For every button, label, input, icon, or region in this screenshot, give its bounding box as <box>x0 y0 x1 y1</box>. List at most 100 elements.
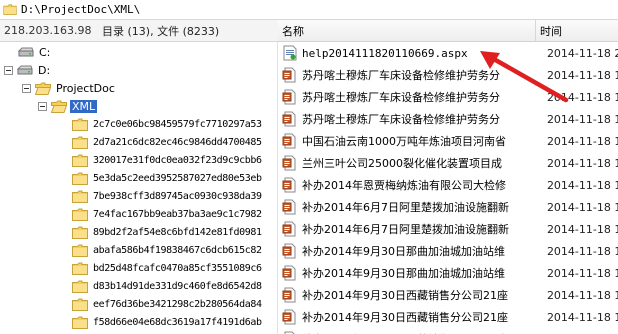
file-row[interactable]: 苏丹喀土穆炼厂车床设备检修维护劳务分 2014-11-18 16 <box>278 86 618 108</box>
folder-icon <box>72 262 88 275</box>
folder-icon <box>72 208 88 221</box>
file-row[interactable]: 苏丹喀土穆炼厂车床设备检修维护劳务分 2014-11-18 16 <box>278 64 618 86</box>
document-file-icon <box>282 199 298 215</box>
tree-node-folder[interactable]: 5e3da5c2eed3952587027ed80e53eb <box>72 169 264 187</box>
file-row[interactable]: 补办2014年9月30日西藏销售分公司21座2014-11-18 16 <box>278 328 618 334</box>
file-time: 2014-11-18 16 <box>546 266 618 280</box>
tree-node-label: d83b14d91de331d9c460fe8d6542d8 <box>93 280 262 292</box>
tree-node-label: 320017e31f0dc0ea032f23d9c9cbb6 <box>93 154 262 166</box>
tree-node-folder[interactable]: abafa586b4f19838467c6dcb615c82 <box>72 241 264 259</box>
file-name: 补办2014年9月30日西藏销售分公司21座 <box>302 311 508 324</box>
file-time: 2014-11-18 16 <box>546 310 618 324</box>
tree-node-folder[interactable]: bd25d48fcafc0470a85cf3551089c6 <box>72 259 264 277</box>
collapse-toggle[interactable] <box>4 65 13 75</box>
tree-node-folder[interactable]: 320017e31f0dc0ea032f23d9c9cbb6 <box>72 151 264 169</box>
file-row[interactable]: 补办2014年9月30日西藏销售分公司21座 2014-11-18 16 <box>278 306 618 328</box>
file-list: help2014111820110669.aspx 2014-11-18 20 苏丹… <box>278 42 618 334</box>
file-time: 2014-11-18 20 <box>546 46 618 60</box>
folder-icon <box>72 316 88 329</box>
column-header-time[interactable]: 时间 <box>536 23 562 39</box>
document-file-icon <box>282 89 298 105</box>
document-file-icon <box>282 265 298 281</box>
tree-node-xml[interactable]: XML <box>38 97 98 115</box>
file-name: 苏丹喀土穆炼厂车床设备检修维护劳务分 <box>302 113 500 126</box>
tree-node-label: C: <box>39 45 51 59</box>
tree-node-folder[interactable]: 7be938cff3d89745ac0930c938da39 <box>72 187 264 205</box>
folder-icon <box>72 298 88 311</box>
tree-node-label: 7e4fac167bb9eab37ba3ae9c1c7982 <box>93 208 262 220</box>
folder-icon <box>72 226 88 239</box>
folder-icon <box>72 244 88 257</box>
folder-icon <box>72 136 88 149</box>
tree-node-folder[interactable]: 2d7a21c6dc82ec46c9846dd4700485 <box>72 133 264 151</box>
tree-node-label: 2c7c0e06bc98459579fc7710297a53 <box>93 118 262 130</box>
file-time: 2014-11-18 16 <box>546 222 618 236</box>
path-bar: D:\ProjectDoc\XML\ <box>0 0 618 20</box>
drive-icon <box>17 64 33 77</box>
tree-node-folder[interactable]: 2c7c0e06bc98459579fc7710297a53 <box>72 115 264 133</box>
current-path: D:\ProjectDoc\XML\ <box>21 3 141 16</box>
file-row[interactable]: help2014111820110669.aspx 2014-11-18 20 <box>278 42 618 64</box>
tree-node-label: 89bd2f2af54e8c6bfd142e81fd0981 <box>93 226 262 238</box>
info-bar: 218.203.163.98 目录 (13), 文件 (8233) <box>0 20 278 42</box>
file-time: 2014-11-18 16 <box>546 288 618 302</box>
tree-node-drive-d[interactable]: D: <box>4 61 52 79</box>
file-time: 2014-11-18 16 <box>546 68 618 82</box>
collapse-toggle[interactable] <box>38 101 47 111</box>
tree-node-folder[interactable]: 89bd2f2af54e8c6bfd142e81fd0981 <box>72 223 264 241</box>
document-file-icon <box>282 177 298 193</box>
tree-node-label: 7be938cff3d89745ac0930c938da39 <box>93 190 262 202</box>
tree-node-folder[interactable]: f58d66e04e68dc3619a17f4191d6ab <box>72 313 264 331</box>
drive-icon <box>18 46 34 59</box>
folder-icon <box>72 154 88 167</box>
folder-icon <box>72 118 88 131</box>
folder-icon <box>3 4 17 15</box>
file-row[interactable]: 补办2014年6月7日阿里楚拨加油设施翻新 2014-11-18 16 <box>278 218 618 240</box>
tree-node-label-selected: XML <box>70 99 98 113</box>
file-name: 补办2014年9月30日那曲加油城加油站维 <box>302 267 505 280</box>
document-file-icon <box>282 133 298 149</box>
file-row[interactable]: 补办2014年恩贾梅纳炼油有限公司大检修 2014-11-18 16 <box>278 174 618 196</box>
tree-node-projectdoc[interactable]: ProjectDoc <box>22 79 117 97</box>
tree-node-folder[interactable]: eef76d36be3421298c2b280564da84 <box>72 295 264 313</box>
tree-node-label: abafa586b4f19838467c6dcb615c82 <box>93 244 262 256</box>
file-name: 补办2014年9月30日西藏销售分公司21座 <box>302 289 508 302</box>
file-row[interactable]: 补办2014年9月30日西藏销售分公司21座 2014-11-18 16 <box>278 284 618 306</box>
collapse-toggle[interactable] <box>22 83 31 93</box>
file-row[interactable]: 补办2014年9月30日那曲加油城加油站维 2014-11-18 16 <box>278 262 618 284</box>
file-row[interactable]: 补办2014年9月30日那曲加油城加油站维 2014-11-18 16 <box>278 240 618 262</box>
file-time: 2014-11-18 16 <box>546 178 618 192</box>
document-file-icon <box>282 287 298 303</box>
folder-tree: C: D: ProjectDoc XML 2c7c0e06bc98459579f… <box>0 42 278 334</box>
file-time: 2014-11-18 16 <box>546 112 618 126</box>
tree-node-drive-c[interactable]: C: <box>18 43 52 61</box>
tree-node-label: 2d7a21c6dc82ec46c9846dd4700485 <box>93 136 262 148</box>
tree-node-label: eef76d36be3421298c2b280564da84 <box>93 298 262 310</box>
document-file-icon <box>282 67 298 83</box>
server-ip: 218.203.163.98 <box>4 24 92 37</box>
file-name: 苏丹喀土穆炼厂车床设备检修维护劳务分 <box>302 69 500 82</box>
file-row[interactable]: 补办2014年6月7日阿里楚拨加油设施翻新 2014-11-18 16 <box>278 196 618 218</box>
folder-open-icon <box>51 100 67 113</box>
file-name: help2014111820110669.aspx <box>302 46 468 60</box>
file-name: 中国石油云南1000万吨年炼油项目河南省 <box>302 135 506 148</box>
file-row[interactable]: 兰州三叶公司25000裂化催化装置项目成 2014-11-18 16 <box>278 152 618 174</box>
tree-node-folder[interactable]: d83b14d91de331d9c460fe8d6542d8 <box>72 277 264 295</box>
tree-node-label: ProjectDoc <box>56 81 115 95</box>
folder-icon <box>72 280 88 293</box>
column-header-name[interactable]: 名称 <box>278 20 536 41</box>
tree-node-label: bd25d48fcafc0470a85cf3551089c6 <box>93 262 262 274</box>
file-time: 2014-11-18 16 <box>546 244 618 258</box>
document-file-icon <box>282 155 298 171</box>
file-row[interactable]: 苏丹喀土穆炼厂车床设备检修维护劳务分 2014-11-18 16 <box>278 108 618 130</box>
document-file-icon <box>282 221 298 237</box>
aspx-file-icon <box>282 45 298 61</box>
file-time: 2014-11-18 16 <box>546 156 618 170</box>
file-name: 补办2014年9月30日那曲加油城加油站维 <box>302 245 505 258</box>
file-row[interactable]: 中国石油云南1000万吨年炼油项目河南省 2014-11-18 16 <box>278 130 618 152</box>
tree-node-label: D: <box>38 63 51 77</box>
folder-icon <box>72 172 88 185</box>
tree-node-label: 5e3da5c2eed3952587027ed80e53eb <box>93 172 262 184</box>
file-time: 2014-11-18 16 <box>546 200 618 214</box>
tree-node-folder[interactable]: 7e4fac167bb9eab37ba3ae9c1c7982 <box>72 205 264 223</box>
